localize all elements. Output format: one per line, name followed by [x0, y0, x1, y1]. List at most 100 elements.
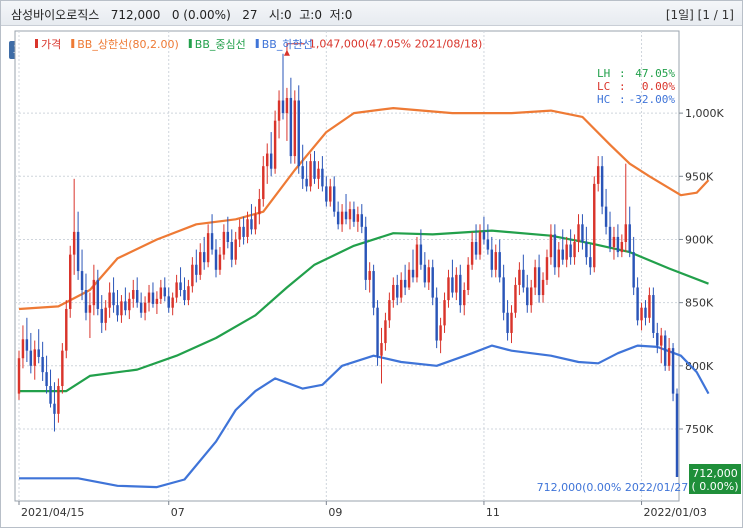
candle-body — [656, 332, 659, 346]
stat-colon: : — [619, 67, 626, 80]
legend-label: BB_상한선(80,2.00) — [77, 38, 179, 51]
candle-body — [490, 249, 494, 270]
candle-body — [652, 295, 655, 333]
stat-label: HC — [597, 93, 610, 106]
candle-body — [187, 286, 190, 301]
candle — [364, 216, 367, 291]
candle-body — [577, 224, 580, 242]
stat-label: LC — [597, 80, 610, 93]
candle-body — [573, 241, 576, 258]
candle-body — [640, 307, 643, 321]
candle-body — [557, 249, 561, 268]
candle-body — [474, 241, 478, 255]
candle-body — [478, 231, 482, 255]
candle-body — [667, 348, 671, 366]
candle-body — [135, 290, 139, 303]
candle-body — [321, 168, 324, 187]
candle-body — [443, 300, 446, 326]
candle-body — [439, 325, 442, 341]
candle-body — [593, 183, 596, 268]
candle — [293, 90, 297, 164]
candle — [675, 388, 679, 477]
candle-body — [313, 161, 316, 179]
candle-body — [600, 166, 604, 207]
y-tick-label: 1,000K — [685, 107, 724, 120]
candle-body — [72, 231, 76, 255]
candle-body — [218, 254, 222, 270]
candle-body — [29, 350, 33, 366]
candle-body — [427, 267, 430, 283]
candle-body — [498, 252, 501, 278]
candle-body — [518, 269, 521, 285]
candle-body — [104, 307, 107, 323]
legend-label: BB_하한선 — [262, 37, 313, 51]
candle-body — [33, 349, 36, 366]
candle-body — [585, 241, 588, 258]
candle-body — [348, 209, 352, 220]
candle-body — [636, 287, 639, 321]
candle-body — [561, 249, 564, 260]
stat-value: -32.00% — [629, 93, 676, 106]
candle-body — [100, 308, 103, 323]
current-price-value: 712,000 — [692, 467, 738, 480]
candle-body — [526, 287, 529, 306]
candle-body — [226, 231, 230, 242]
candle-body — [116, 305, 119, 316]
candle-body — [143, 302, 147, 313]
candle-body — [545, 257, 549, 280]
candle-body — [305, 178, 308, 187]
candle-body — [84, 290, 88, 313]
candle-body — [120, 301, 123, 316]
candle-body — [269, 153, 273, 169]
stat-colon: : — [619, 80, 626, 93]
candle-body — [222, 231, 226, 255]
candle-body — [254, 214, 257, 230]
price-chart[interactable]: 1,000K 950K 900K 850K 800K 750K 2021/04/15 07 09… — [1, 1, 743, 529]
candle-body — [238, 226, 241, 240]
candle-body — [459, 274, 462, 306]
candle-body — [329, 186, 332, 202]
candle-body — [451, 277, 454, 293]
candle-body — [37, 349, 40, 357]
candle-body — [589, 257, 592, 268]
candle-body — [514, 284, 517, 313]
candle-body — [277, 100, 281, 121]
low-annotation-label: 712,000(0.00% 2022/01/27) — [537, 481, 693, 494]
candle-body — [356, 214, 360, 222]
legend-swatch — [71, 39, 75, 48]
candle-body — [632, 252, 635, 288]
candle-body — [431, 267, 434, 298]
y-tick-label: 850K — [685, 297, 714, 310]
high-annotation-label: 1,047,000(47.05% 2021/08/18) — [309, 38, 482, 51]
candle — [652, 287, 655, 339]
candle-body — [124, 301, 127, 311]
candle-body — [210, 233, 214, 250]
candle-body — [53, 403, 56, 414]
plot-frame — [14, 30, 680, 502]
candle-body — [108, 292, 111, 308]
candle-body — [608, 226, 612, 248]
candle-body — [281, 100, 285, 114]
candle-body — [447, 277, 450, 301]
candle-body — [21, 339, 25, 359]
candle-body — [380, 343, 383, 356]
candle-body — [529, 287, 533, 306]
candle-body — [644, 307, 647, 318]
legend-item: BB_중심선 — [188, 38, 246, 51]
candle-body — [262, 166, 265, 200]
candle-body — [419, 244, 423, 265]
candle-body — [234, 239, 237, 260]
candle — [663, 330, 667, 371]
candle-body — [604, 206, 608, 227]
candle-body — [522, 269, 525, 288]
candle-body — [494, 252, 497, 270]
candle-body — [175, 282, 178, 298]
candle-body — [49, 386, 52, 404]
legend-swatch — [35, 39, 38, 48]
candle-body — [266, 153, 269, 167]
candle-body — [171, 297, 174, 308]
candle-body — [396, 284, 399, 298]
candle-body — [88, 305, 92, 313]
candle-body — [80, 271, 84, 291]
candle-body — [352, 209, 356, 222]
